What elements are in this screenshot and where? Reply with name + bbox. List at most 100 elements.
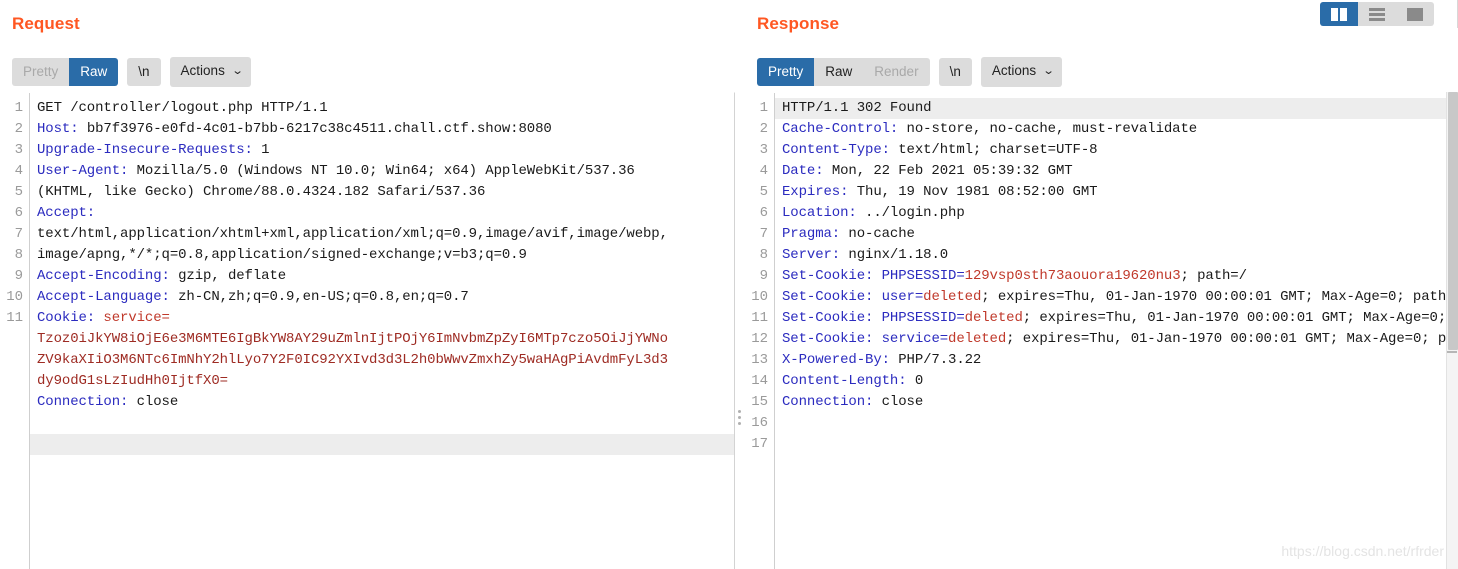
- chevron-down-icon: ⌄: [231, 65, 244, 77]
- line-number: 1: [759, 100, 768, 116]
- header-name: Set-Cookie:: [782, 310, 874, 326]
- header-name: Expires:: [782, 184, 849, 200]
- code-line[interactable]: Accept-Encoding: gzip, deflate: [37, 266, 734, 287]
- request-view-mode-group: Pretty Raw: [12, 58, 119, 86]
- response-newline-button[interactable]: \n: [938, 58, 972, 86]
- header-name: Host:: [37, 121, 79, 137]
- code-line[interactable]: [37, 413, 734, 434]
- header-name: Set-Cookie:: [782, 289, 874, 305]
- scrollbar-divider: [1447, 351, 1457, 353]
- cookie-attributes: ; expires=Thu, 01-Jan-1970 00:00:01 GMT;…: [981, 289, 1458, 305]
- code-line[interactable]: Expires: Thu, 19 Nov 1981 08:52:00 GMT: [782, 182, 1458, 203]
- line-number: 13: [751, 352, 768, 368]
- cookie-name: service=: [95, 310, 170, 326]
- code-line[interactable]: Cache-Control: no-store, no-cache, must-…: [782, 119, 1458, 140]
- code-line[interactable]: Pragma: no-cache: [782, 224, 1458, 245]
- request-tab-pretty[interactable]: Pretty: [12, 58, 70, 86]
- code-line[interactable]: [37, 434, 734, 455]
- line-number: 4: [759, 163, 768, 179]
- splitter-grip-icon[interactable]: [738, 410, 741, 425]
- header-name: Content-Type:: [782, 142, 890, 158]
- single-pane-layout-button[interactable]: [1396, 2, 1434, 26]
- line-number: 17: [751, 436, 768, 452]
- code-line[interactable]: dy9odG1sLzIudHh0IjtfX0=: [37, 371, 734, 392]
- code-line[interactable]: [782, 413, 1458, 434]
- header-name: X-Powered-By:: [782, 352, 890, 368]
- request-editor[interactable]: 1 2 3 4 5 6 7 8 9 10 11 GET /controller/logout.php…: [0, 92, 735, 569]
- request-actions-button[interactable]: Actions ⌄: [169, 57, 252, 87]
- rows-icon: [1369, 7, 1385, 21]
- columns-icon: [1331, 7, 1347, 21]
- side-by-side-layout-button[interactable]: [1320, 2, 1358, 26]
- response-tab-pretty[interactable]: Pretty: [757, 58, 815, 86]
- response-vertical-scrollbar[interactable]: [1446, 92, 1458, 569]
- pane-splitter[interactable]: [735, 0, 745, 569]
- header-name: Set-Cookie:: [782, 331, 874, 347]
- request-code-area[interactable]: GET /controller/logout.php HTTP/1.1 Host:…: [30, 93, 734, 569]
- code-line[interactable]: Location: ../login.php: [782, 203, 1458, 224]
- code-line[interactable]: Content-Length: 0: [782, 371, 1458, 392]
- code-line[interactable]: X-Powered-By: PHP/7.3.22: [782, 350, 1458, 371]
- code-line[interactable]: User-Agent: Mozilla/5.0 (Windows NT 10.0…: [37, 161, 734, 182]
- header-value: zh-CN,zh;q=0.9,en-US;q=0.8,en;q=0.7: [169, 289, 469, 305]
- code-line[interactable]: Cookie: service=: [37, 308, 734, 329]
- code-line[interactable]: Tzoz0iJkYW8iOjE6e3M6MTE6IgBkYW8AY29uZmln…: [37, 329, 734, 350]
- line-number: 9: [759, 268, 768, 284]
- code-line[interactable]: Accept:: [37, 203, 734, 224]
- request-header: Request: [0, 0, 735, 52]
- response-tab-raw[interactable]: Raw: [814, 58, 864, 86]
- request-toolbar: Pretty Raw \n Actions ⌄: [0, 52, 735, 92]
- line-text: image/apng,*/*;q=0.8,application/signed-…: [37, 247, 527, 263]
- stacked-layout-button[interactable]: [1358, 2, 1396, 26]
- response-editor[interactable]: 1 2 3 4 5 6 7 8 9 10 11 12 13 14 15 16 17 HTTP/1.1 302 F…: [745, 92, 1458, 569]
- code-line[interactable]: [782, 434, 1458, 455]
- code-line[interactable]: Upgrade-Insecure-Requests: 1: [37, 140, 734, 161]
- line-number: 12: [751, 331, 768, 347]
- header-name: Date:: [782, 163, 824, 179]
- cookie-name: service=: [873, 331, 949, 347]
- scrollbar-thumb[interactable]: [1448, 92, 1458, 350]
- response-code-area[interactable]: HTTP/1.1 302 Found Cache-Control: no-stor…: [775, 93, 1458, 569]
- code-line[interactable]: (KHTML, like Gecko) Chrome/88.0.4324.182…: [37, 182, 734, 203]
- line-number: 5: [759, 184, 768, 200]
- line-number: 6: [14, 205, 23, 221]
- code-line[interactable]: HTTP/1.1 302 Found: [782, 98, 1458, 119]
- response-tab-render[interactable]: Render: [863, 58, 930, 86]
- code-line[interactable]: Set-Cookie: user=deleted; expires=Thu, 0…: [782, 287, 1458, 308]
- code-line[interactable]: Server: nginx/1.18.0: [782, 245, 1458, 266]
- header-value: ../login.php: [856, 205, 965, 221]
- line-text: text/html,application/xhtml+xml,applicat…: [37, 226, 668, 242]
- line-text: (KHTML, like Gecko) Chrome/88.0.4324.182…: [37, 184, 486, 200]
- header-value: nginx/1.18.0: [840, 247, 949, 263]
- header-name: Accept:: [37, 205, 96, 221]
- code-line[interactable]: GET /controller/logout.php HTTP/1.1: [37, 98, 734, 119]
- code-line[interactable]: Content-Type: text/html; charset=UTF-8: [782, 140, 1458, 161]
- line-number: 3: [14, 142, 23, 158]
- header-value: close: [128, 394, 179, 410]
- code-line[interactable]: Set-Cookie: service=deleted; expires=Thu…: [782, 329, 1458, 350]
- cookie-payload: ZV9kaXIiO3M6NTc6ImNhY2hlLyo7Y2F0IC92YXIv…: [37, 352, 668, 368]
- code-line[interactable]: Date: Mon, 22 Feb 2021 05:39:32 GMT: [782, 161, 1458, 182]
- line-number: 8: [14, 247, 23, 263]
- line-number: 7: [14, 226, 23, 242]
- header-name: Server:: [782, 247, 841, 263]
- request-newline-button[interactable]: \n: [127, 58, 161, 86]
- header-name: Upgrade-Insecure-Requests:: [37, 142, 253, 158]
- header-value: PHP/7.3.22: [889, 352, 982, 368]
- layout-toggle-group: [1320, 2, 1434, 26]
- code-line[interactable]: Accept-Language: zh-CN,zh;q=0.9,en-US;q=…: [37, 287, 734, 308]
- request-tab-raw[interactable]: Raw: [69, 58, 119, 86]
- code-line[interactable]: Set-Cookie: PHPSESSID=deleted; expires=T…: [782, 308, 1458, 329]
- line-number: 3: [759, 142, 768, 158]
- code-line[interactable]: Connection: close: [782, 392, 1458, 413]
- code-line[interactable]: image/apng,*/*;q=0.8,application/signed-…: [37, 245, 734, 266]
- request-line-number-gutter: 1 2 3 4 5 6 7 8 9 10 11: [0, 93, 30, 569]
- code-line[interactable]: Connection: close: [37, 392, 734, 413]
- line-number: 11: [6, 310, 23, 326]
- code-line[interactable]: ZV9kaXIiO3M6NTc6ImNhY2hlLyo7Y2F0IC92YXIv…: [37, 350, 734, 371]
- code-line[interactable]: Set-Cookie: PHPSESSID=129vsp0sth73aouora…: [782, 266, 1458, 287]
- code-line[interactable]: Host: bb7f3976-e0fd-4c01-b7bb-6217c38c45…: [37, 119, 734, 140]
- watermark-text: https://blog.csdn.net/rfrder: [1281, 543, 1444, 559]
- code-line[interactable]: text/html,application/xhtml+xml,applicat…: [37, 224, 734, 245]
- response-actions-button[interactable]: Actions ⌄: [980, 57, 1063, 87]
